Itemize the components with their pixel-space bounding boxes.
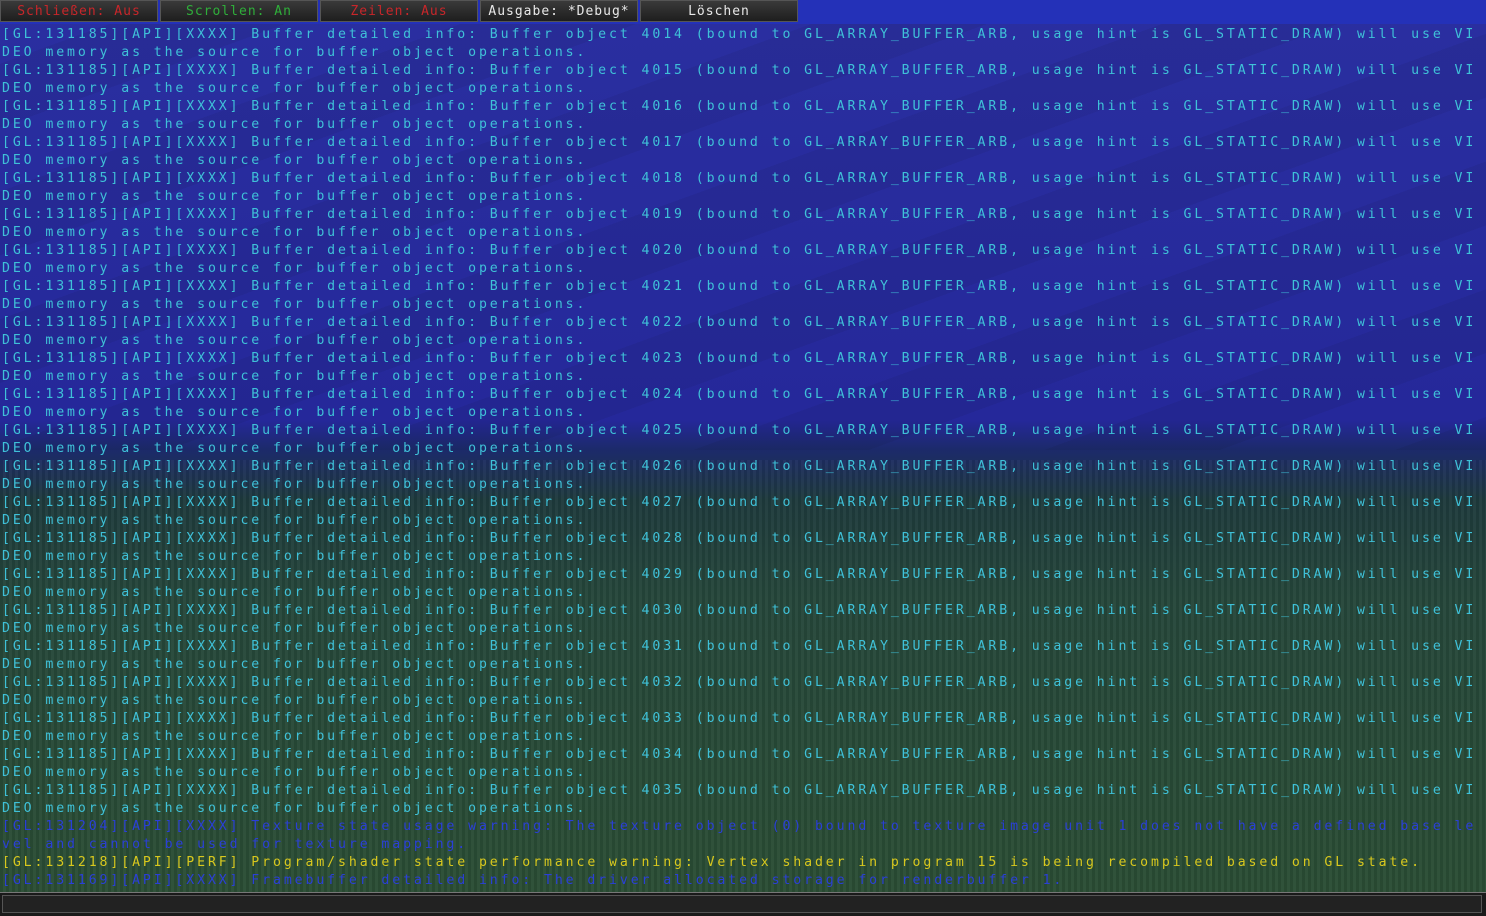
log-line: [GL:131185][API][XXXX] Buffer detailed i… xyxy=(2,171,1477,204)
console-input-bar xyxy=(0,892,1486,916)
log-line: [GL:131185][API][XXXX] Buffer detailed i… xyxy=(2,351,1477,384)
log-line: [GL:131185][API][XXXX] Buffer detailed i… xyxy=(2,639,1477,672)
log-line: [GL:131169][API][XXXX] Framebuffer detai… xyxy=(2,873,1065,888)
output-select-button[interactable]: Ausgabe: *Debug* xyxy=(480,0,638,22)
console-toolbar: Schließen: Aus Scrollen: An Zeilen: Aus … xyxy=(0,0,1486,24)
log-line: [GL:131185][API][XXXX] Buffer detailed i… xyxy=(2,423,1477,456)
log-line: [GL:131204][API][XXXX] Texture state usa… xyxy=(2,819,1477,852)
log-line: [GL:131185][API][XXXX] Buffer detailed i… xyxy=(2,99,1477,132)
log-line: [GL:131185][API][XXXX] Buffer detailed i… xyxy=(2,387,1477,420)
log-line: [GL:131185][API][XXXX] Buffer detailed i… xyxy=(2,531,1477,564)
log-line: [GL:131185][API][XXXX] Buffer detailed i… xyxy=(2,459,1477,492)
debug-log[interactable]: [GL:131185][API][XXXX] Buffer detailed i… xyxy=(2,26,1484,890)
log-line: [GL:131185][API][XXXX] Buffer detailed i… xyxy=(2,603,1477,636)
log-line: [GL:131185][API][XXXX] Buffer detailed i… xyxy=(2,711,1477,744)
log-line: [GL:131185][API][XXXX] Buffer detailed i… xyxy=(2,783,1477,816)
log-line: [GL:131185][API][XXXX] Buffer detailed i… xyxy=(2,567,1477,600)
log-line: [GL:131185][API][XXXX] Buffer detailed i… xyxy=(2,135,1477,168)
log-line: [GL:131185][API][XXXX] Buffer detailed i… xyxy=(2,315,1477,348)
log-line: [GL:131185][API][XXXX] Buffer detailed i… xyxy=(2,243,1477,276)
log-line: [GL:131185][API][XXXX] Buffer detailed i… xyxy=(2,27,1477,60)
scroll-toggle-button[interactable]: Scrollen: An xyxy=(160,0,318,22)
log-line: [GL:131185][API][XXXX] Buffer detailed i… xyxy=(2,675,1477,708)
log-line: [GL:131218][API][PERF] Program/shader st… xyxy=(2,855,1422,870)
log-line: [GL:131185][API][XXXX] Buffer detailed i… xyxy=(2,279,1477,312)
console-input[interactable] xyxy=(2,895,1482,913)
lines-toggle-button[interactable]: Zeilen: Aus xyxy=(320,0,478,22)
close-toggle-button[interactable]: Schließen: Aus xyxy=(0,0,158,22)
log-line: [GL:131185][API][XXXX] Buffer detailed i… xyxy=(2,747,1477,780)
clear-button[interactable]: Löschen xyxy=(640,0,798,22)
log-line: [GL:131185][API][XXXX] Buffer detailed i… xyxy=(2,207,1477,240)
log-line: [GL:131185][API][XXXX] Buffer detailed i… xyxy=(2,495,1477,528)
log-line: [GL:131185][API][XXXX] Buffer detailed i… xyxy=(2,63,1477,96)
